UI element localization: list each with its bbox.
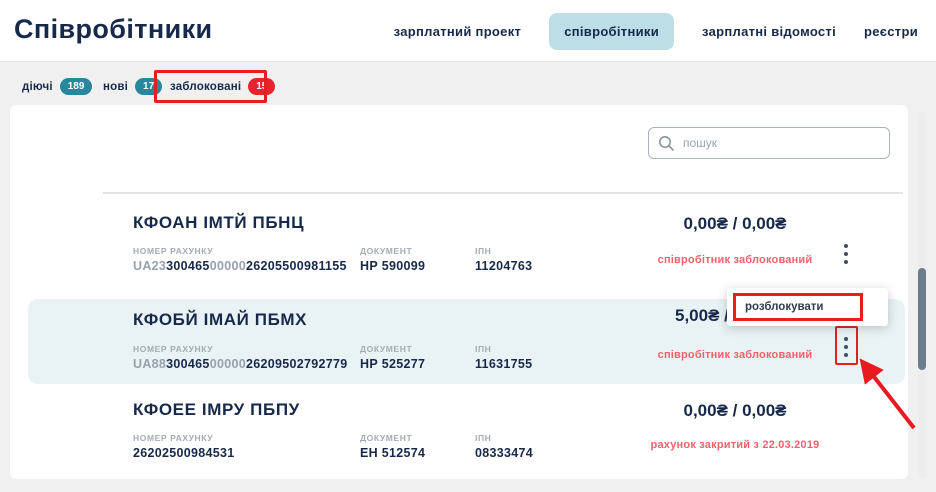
employees-page: Співробітники зарплатний проект співробі… — [0, 0, 936, 492]
document-field: ДОКУМЕНТ НР 590099 — [360, 246, 425, 273]
employee-row[interactable]: КФОАН ІМТЙ ПБНЦ НОМЕР РАХУНКУ UA23300465… — [133, 213, 908, 293]
nav-item-employees[interactable]: співробітники — [549, 13, 674, 50]
count-badge: 15 — [248, 78, 275, 95]
menu-item-unblock[interactable]: розблокувати — [733, 293, 863, 321]
account-part: UA88 — [133, 357, 166, 371]
ipn-label: ІПН — [475, 344, 532, 354]
kebab-menu-icon[interactable] — [838, 240, 854, 268]
status-text: співробітник заблокований — [605, 254, 865, 266]
employee-name: КФОБЙ ІМАЙ ПБМХ — [133, 310, 307, 330]
status-text: співробітник заблокований — [605, 349, 865, 361]
search-input[interactable] — [649, 128, 889, 158]
amount-value: 0,00₴ / 0,00₴ — [625, 214, 845, 234]
document-field: ДОКУМЕНТ НР 525277 — [360, 344, 425, 371]
dot — [844, 345, 848, 349]
account-number: UA233004650000026205500981155 — [133, 259, 347, 273]
tab-label: заблоковані — [170, 81, 241, 93]
account-part: 26205500981155 — [246, 259, 347, 273]
list-divider — [103, 192, 903, 194]
tab-new-employees[interactable]: нові 17 — [103, 78, 162, 95]
document-label: ДОКУМЕНТ — [360, 246, 425, 256]
dot — [844, 260, 848, 264]
account-label: НОМЕР РАХУНКУ — [133, 246, 347, 256]
count-badge: 189 — [60, 78, 93, 95]
count-badge: 17 — [135, 78, 162, 95]
search-box — [648, 127, 890, 159]
ipn-field: ІПН 11631755 — [475, 344, 532, 371]
ipn-number: 11631755 — [475, 357, 532, 371]
tab-active-employees[interactable]: діючі 189 — [22, 78, 92, 95]
nav-item-registers[interactable]: реєстри — [864, 24, 918, 39]
account-label: НОМЕР РАХУНКУ — [133, 344, 347, 354]
account-part: 00000 — [210, 259, 246, 273]
document-number: НР 590099 — [360, 259, 425, 273]
nav-item-salary-statements[interactable]: зарплатні відомості — [702, 24, 836, 39]
document-number: ЕН 512574 — [360, 446, 425, 460]
account-part: UA23 — [133, 259, 166, 273]
account-field: НОМЕР РАХУНКУ UA233004650000026205500981… — [133, 246, 347, 273]
account-label: НОМЕР РАХУНКУ — [133, 433, 235, 443]
page-title: Співробітники — [14, 14, 213, 45]
ipn-field: ІПН 11204763 — [475, 246, 532, 273]
account-field: НОМЕР РАХУНКУ UA883004650000026209502792… — [133, 344, 347, 371]
tab-label: діючі — [22, 81, 53, 93]
account-part: 26209502792779 — [246, 357, 348, 371]
account-part: 300465 — [166, 357, 210, 371]
document-label: ДОКУМЕНТ — [360, 433, 425, 443]
account-part: 00000 — [210, 357, 246, 371]
employee-name: КФОАН ІМТЙ ПБНЦ — [133, 213, 304, 233]
dot — [844, 252, 848, 256]
account-field: НОМЕР РАХУНКУ 26202500984531 — [133, 433, 235, 460]
nav-item-salary-project[interactable]: зарплатний проект — [394, 24, 522, 39]
tab-label: нові — [103, 81, 128, 93]
top-navigation: зарплатний проект співробітники зарплатн… — [394, 0, 918, 62]
tab-blocked-employees[interactable]: заблоковані 15 — [170, 78, 275, 95]
status-text: рахунок закритий з 22.03.2019 — [605, 439, 865, 451]
document-number: НР 525277 — [360, 357, 425, 371]
kebab-menu-icon[interactable] — [838, 333, 854, 361]
ipn-number: 11204763 — [475, 259, 532, 273]
ipn-number: 08333474 — [475, 446, 533, 460]
ipn-label: ІПН — [475, 433, 533, 443]
dot — [844, 244, 848, 248]
scrollbar-thumb[interactable] — [918, 268, 926, 370]
ipn-label: ІПН — [475, 246, 532, 256]
dot — [844, 353, 848, 357]
ipn-field: ІПН 08333474 — [475, 433, 533, 460]
context-menu-popup: розблокувати — [727, 288, 888, 326]
employee-row[interactable]: КФОЕЕ ІМРУ ПБПУ НОМЕР РАХУНКУ 2620250098… — [133, 398, 908, 478]
dot — [844, 337, 848, 341]
header: Співробітники зарплатний проект співробі… — [0, 0, 936, 62]
document-label: ДОКУМЕНТ — [360, 344, 425, 354]
amount-value: 0,00₴ / 0,00₴ — [625, 401, 845, 421]
account-number: 26202500984531 — [133, 446, 235, 460]
account-part: 300465 — [166, 259, 210, 273]
account-number: UA883004650000026209502792779 — [133, 357, 347, 371]
document-field: ДОКУМЕНТ ЕН 512574 — [360, 433, 425, 460]
employee-name: КФОЕЕ ІМРУ ПБПУ — [133, 400, 300, 420]
